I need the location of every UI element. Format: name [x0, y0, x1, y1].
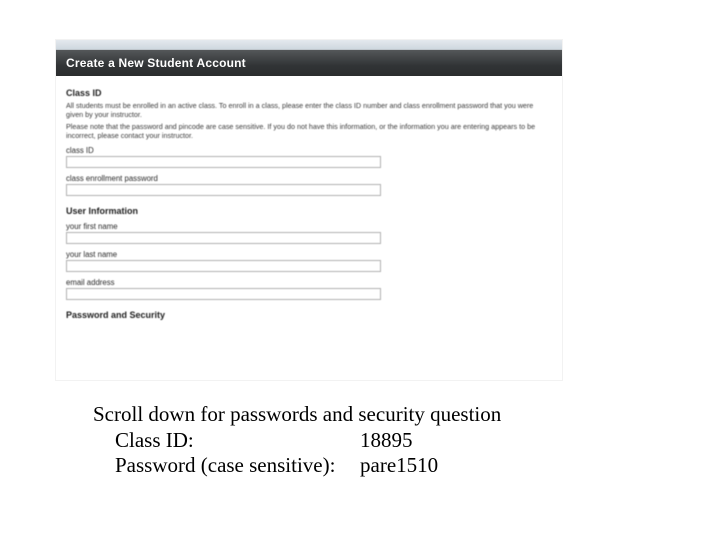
- label-email: email address: [66, 278, 552, 287]
- caption-classid-label: Class ID:: [115, 428, 360, 454]
- caption-password-value: pare1510: [360, 453, 438, 479]
- form-screenshot: Create a New Student Account Class ID Al…: [56, 40, 562, 380]
- input-first-name[interactable]: [66, 232, 381, 244]
- enroll-instructions-2: Please note that the password and pincod…: [66, 122, 541, 140]
- form-body: Class ID All students must be enrolled i…: [56, 76, 562, 332]
- enroll-instructions-1: All students must be enrolled in an acti…: [66, 101, 541, 119]
- input-last-name[interactable]: [66, 260, 381, 272]
- input-enroll-password[interactable]: [66, 184, 381, 196]
- section-user-info: User Information: [66, 206, 552, 216]
- label-last-name: your last name: [66, 250, 552, 259]
- input-class-id[interactable]: [66, 156, 381, 168]
- slide: Create a New Student Account Class ID Al…: [0, 0, 720, 540]
- caption-row-password: Password (case sensitive): pare1510: [115, 453, 653, 479]
- caption-classid-value: 18895: [360, 428, 413, 454]
- form-title: Create a New Student Account: [66, 56, 246, 70]
- label-first-name: your first name: [66, 222, 552, 231]
- caption-row-classid: Class ID: 18895: [115, 428, 653, 454]
- window-top-strip: [56, 40, 562, 50]
- input-email[interactable]: [66, 288, 381, 300]
- section-class-id: Class ID: [66, 88, 552, 98]
- label-enroll-password: class enrollment password: [66, 174, 552, 183]
- section-password-security: Password and Security: [66, 310, 552, 320]
- caption-line-scroll: Scroll down for passwords and security q…: [93, 402, 653, 428]
- form-title-bar: Create a New Student Account: [56, 50, 562, 76]
- caption-password-label: Password (case sensitive):: [115, 453, 360, 479]
- label-class-id: class ID: [66, 146, 552, 155]
- caption-block: Scroll down for passwords and security q…: [93, 402, 653, 479]
